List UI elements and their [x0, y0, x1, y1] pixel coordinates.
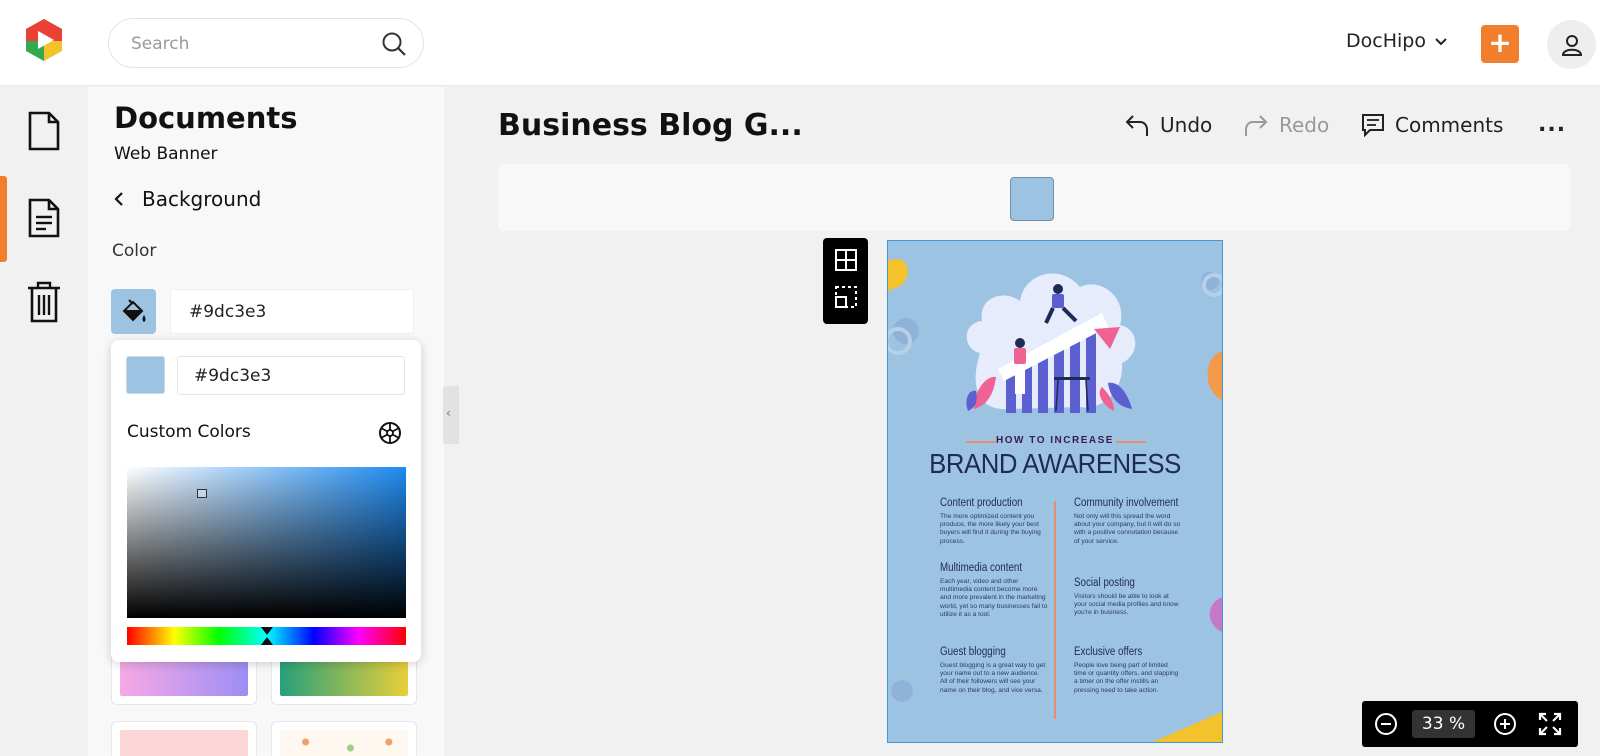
fill-color-button[interactable] — [111, 289, 156, 334]
zoom-out-icon[interactable] — [1374, 712, 1398, 740]
section-heading: Content production — [940, 497, 1023, 509]
search-input[interactable]: Search — [131, 34, 189, 54]
poster-title: BRAND AWARENESS — [929, 448, 1181, 479]
gradient-preview — [120, 656, 248, 696]
section-body: The more optimized content you produce, … — [940, 513, 1041, 545]
saturation-handle[interactable] — [197, 489, 207, 498]
hex-color-field[interactable]: #9dc3e3 — [170, 289, 414, 334]
more-options-button[interactable]: ... — [1538, 112, 1566, 137]
comments-button[interactable]: Comments — [1361, 113, 1503, 137]
section-body: Visitors should be able to look at your … — [1074, 593, 1179, 617]
gradient-preview — [280, 656, 408, 696]
account-switcher[interactable]: DocHipo — [1346, 30, 1448, 52]
left-rail — [0, 87, 88, 756]
chevron-left-icon — [114, 192, 123, 206]
pattern-swatch[interactable] — [271, 721, 417, 756]
user-icon — [1561, 35, 1583, 56]
active-indicator — [0, 176, 7, 262]
search-box[interactable]: Search — [108, 18, 424, 68]
comments-label: Comments — [1395, 113, 1504, 137]
floral-pattern-preview — [120, 730, 248, 756]
add-button[interactable]: + — [1481, 25, 1519, 63]
saturation-value-area[interactable] — [127, 467, 406, 618]
document-title[interactable]: Business Blog G... — [498, 108, 803, 143]
undo-icon — [1125, 115, 1148, 136]
account-name: DocHipo — [1346, 30, 1426, 52]
collapse-panel-button[interactable]: ‹ — [443, 386, 459, 444]
current-color-swatch — [126, 356, 165, 394]
comment-icon — [1362, 114, 1384, 137]
redo-label: Redo — [1279, 113, 1330, 137]
back-button[interactable]: Background — [114, 187, 261, 211]
section-body: People love being part of limited time o… — [1074, 662, 1179, 694]
section-heading: Social posting — [1074, 577, 1135, 589]
custom-colors-label: Custom Colors — [127, 422, 251, 442]
grid-icon[interactable] — [833, 247, 859, 273]
fullscreen-icon[interactable] — [1538, 712, 1562, 740]
color-label: Color — [112, 241, 157, 261]
document-lines-icon[interactable] — [22, 195, 66, 241]
zoom-unit: % — [1448, 714, 1466, 734]
picker-hex-input[interactable]: #9dc3e3 — [177, 356, 405, 395]
user-avatar[interactable] — [1547, 20, 1596, 69]
background-color-swatch[interactable] — [1010, 177, 1054, 221]
chevron-left-icon: ‹ — [446, 406, 451, 420]
redo-button[interactable]: Redo — [1243, 113, 1329, 137]
zoom-in-icon[interactable] — [1493, 712, 1517, 740]
document-icon[interactable] — [22, 108, 66, 154]
zoom-level-field[interactable]: 33 % — [1412, 710, 1475, 738]
section-body: Not only will this spread the word about… — [1074, 513, 1181, 545]
design-canvas[interactable]: HOW TO INCREASE BRAND AWARENESS Content … — [887, 240, 1223, 743]
poster-kicker: HOW TO INCREASE — [996, 435, 1114, 446]
context-toolbar — [498, 164, 1570, 231]
panel-title: Documents — [114, 101, 298, 135]
trash-icon[interactable] — [22, 279, 66, 325]
panel-subtitle: Web Banner — [114, 144, 218, 164]
section-body: Guest blogging is a great way to get you… — [940, 662, 1046, 694]
zoom-controls: 33 % — [1362, 701, 1578, 747]
palette-icon[interactable] — [377, 420, 403, 446]
search-icon[interactable] — [381, 31, 407, 57]
color-picker-popup: #9dc3e3 Custom Colors — [111, 340, 421, 662]
resize-icon[interactable] — [833, 284, 859, 310]
section-heading: Community involvement — [1074, 497, 1179, 509]
top-bar: Search DocHipo + — [0, 0, 1600, 86]
section-heading: Exclusive offers — [1074, 646, 1143, 658]
undo-button[interactable]: Undo — [1124, 113, 1212, 137]
paint-bucket-icon — [122, 299, 146, 322]
pattern-swatch[interactable] — [111, 721, 257, 756]
section-body: Each year, video and other multimedia co… — [940, 578, 1048, 618]
back-label: Background — [142, 187, 262, 211]
canvas-side-tools — [823, 238, 868, 324]
redo-icon — [1245, 115, 1268, 136]
chevron-down-icon — [1434, 30, 1448, 52]
dots-pattern-preview — [280, 730, 408, 756]
dochipo-logo[interactable] — [22, 17, 66, 63]
hue-handle[interactable] — [261, 627, 273, 645]
section-heading: Guest blogging — [940, 646, 1006, 658]
section-heading: Multimedia content — [940, 562, 1023, 574]
zoom-value: 33 — [1421, 714, 1444, 734]
undo-label: Undo — [1160, 113, 1213, 137]
column-divider — [1054, 501, 1056, 719]
